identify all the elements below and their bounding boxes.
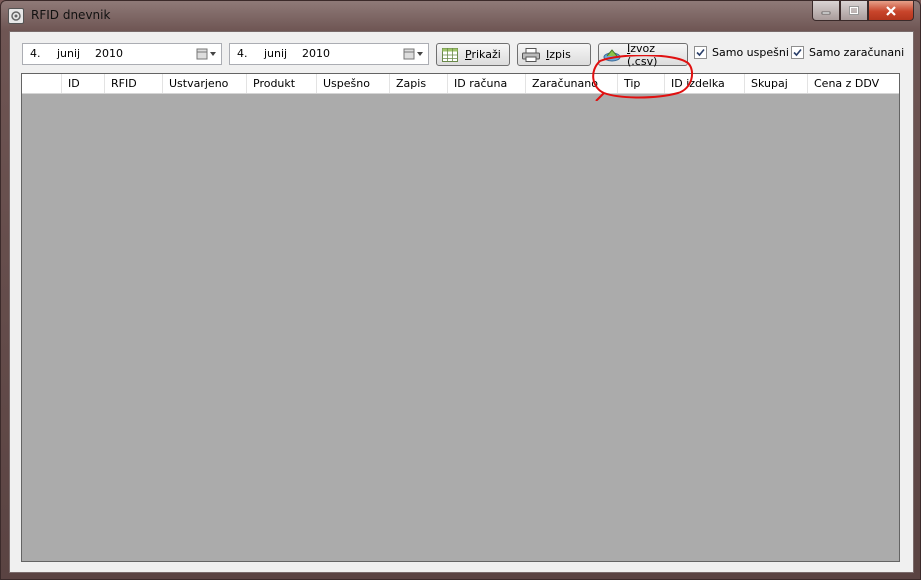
print-button-label: Izpis — [546, 48, 571, 61]
column-header-item-id[interactable]: ID izdelka — [665, 74, 745, 93]
column-header-created[interactable]: Ustvarjeno — [163, 74, 247, 93]
date-from-day[interactable]: 4. — [30, 47, 41, 60]
close-button[interactable] — [868, 1, 914, 21]
date-from-year[interactable]: 2010 — [95, 47, 123, 60]
checkmark-icon — [696, 48, 705, 57]
column-header-record[interactable]: Zapis — [390, 74, 448, 93]
show-button-label: Prikaži — [465, 48, 501, 61]
date-to-dropdown-button[interactable] — [402, 46, 426, 62]
column-header-type[interactable]: Tip — [618, 74, 665, 93]
table-icon — [441, 47, 459, 63]
app-window: RFID dnevnik 4. junij 2010 4. junij 2010… — [0, 0, 921, 580]
column-header-product[interactable]: Produkt — [247, 74, 317, 93]
maximize-icon — [849, 6, 859, 15]
export-icon — [603, 47, 621, 63]
column-header-billed[interactable]: Zaračunano — [526, 74, 618, 93]
minimize-icon — [821, 11, 831, 14]
date-to-month[interactable]: junij — [264, 47, 287, 60]
only-billed-checkbox[interactable]: Samo zaračunani — [791, 46, 904, 59]
export-csv-button[interactable]: Izvoz (.csv) — [598, 41, 688, 68]
print-button[interactable]: Izpis — [517, 43, 591, 66]
calendar-dropdown-icon — [403, 48, 423, 60]
date-to-picker[interactable]: 4. junij 2010 — [229, 43, 429, 65]
minimize-button[interactable] — [812, 1, 840, 21]
checkmark-icon — [793, 48, 802, 57]
row-header-corner[interactable] — [22, 74, 62, 93]
date-from-picker[interactable]: 4. junij 2010 — [22, 43, 222, 65]
client-area: 4. junij 2010 4. junij 2010 Prikaži Izpi… — [9, 31, 914, 573]
calendar-dropdown-icon — [196, 48, 216, 60]
title-bar[interactable]: RFID dnevnik — [1, 1, 920, 31]
date-from-month[interactable]: junij — [57, 47, 80, 60]
app-icon — [8, 8, 24, 24]
maximize-button[interactable] — [840, 1, 868, 21]
only-billed-label: Samo zaračunani — [809, 46, 905, 59]
column-header-invoice-id[interactable]: ID računa — [448, 74, 526, 93]
data-grid[interactable]: ID RFID Ustvarjeno Produkt Uspešno Zapis… — [21, 73, 900, 562]
export-csv-button-label: Izvoz (.csv) — [627, 41, 658, 68]
column-header-id[interactable]: ID — [62, 74, 105, 93]
only-successful-checkbox[interactable]: Samo uspešni — [694, 46, 789, 59]
column-header-rfid[interactable]: RFID — [105, 74, 163, 93]
close-icon — [886, 5, 896, 16]
date-from-dropdown-button[interactable] — [195, 46, 219, 62]
window-title: RFID dnevnik — [31, 8, 111, 22]
only-successful-label: Samo uspešni — [712, 46, 789, 59]
only-successful-checkbox-box[interactable] — [694, 46, 707, 59]
caption-buttons — [812, 1, 914, 21]
date-to-day[interactable]: 4. — [237, 47, 248, 60]
only-billed-checkbox-box[interactable] — [791, 46, 804, 59]
toolbar: 4. junij 2010 4. junij 2010 Prikaži Izpi… — [10, 32, 913, 70]
grid-header: ID RFID Ustvarjeno Produkt Uspešno Zapis… — [22, 74, 899, 94]
column-header-successful[interactable]: Uspešno — [317, 74, 390, 93]
show-button[interactable]: Prikaži — [436, 43, 510, 66]
date-to-year[interactable]: 2010 — [302, 47, 330, 60]
column-header-total[interactable]: Skupaj — [745, 74, 808, 93]
printer-icon — [522, 47, 540, 63]
column-header-price-with-vat[interactable]: Cena z DDV — [808, 74, 899, 93]
